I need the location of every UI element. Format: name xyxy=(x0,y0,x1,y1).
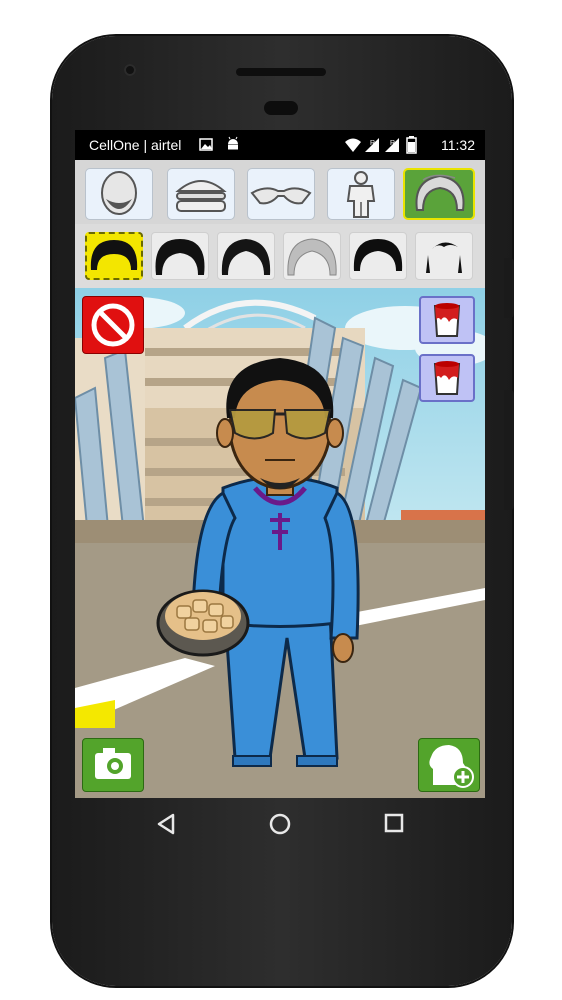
burger-icon xyxy=(175,180,227,212)
earpiece xyxy=(236,68,326,76)
hair-icon xyxy=(415,174,465,211)
recents-icon[interactable] xyxy=(383,812,405,834)
paint-bucket-icon xyxy=(433,303,461,337)
add-avatar-button[interactable] xyxy=(418,738,480,792)
outfit-icon xyxy=(346,171,376,218)
image-icon xyxy=(199,138,213,151)
face-shape-icon xyxy=(101,171,137,215)
sensor xyxy=(264,101,298,115)
camera-button[interactable] xyxy=(82,738,144,792)
avatar-scene xyxy=(75,288,485,798)
power-button xyxy=(504,258,514,318)
hair-option-short-black-2[interactable] xyxy=(349,232,407,280)
navigation-bar xyxy=(75,798,485,856)
front-camera xyxy=(124,64,136,76)
no-entry-icon xyxy=(91,303,135,347)
home-icon[interactable] xyxy=(268,812,292,836)
paint-button-1[interactable] xyxy=(419,296,475,344)
hair-option-medium-black-2[interactable] xyxy=(217,232,275,280)
hair-icon xyxy=(353,239,403,271)
hair-icon xyxy=(426,242,462,273)
sunglasses-icon xyxy=(250,187,312,205)
hair-option-short-black[interactable] xyxy=(85,232,143,280)
android-icon xyxy=(228,136,238,150)
wifi-icon xyxy=(345,138,361,152)
hair-option-sparse-black[interactable] xyxy=(415,232,473,280)
svg-text:R: R xyxy=(370,140,375,147)
screen: CellOne | airtel R R 11:32 xyxy=(75,130,485,798)
paint-bucket-icon xyxy=(433,361,461,395)
status-icons: R R xyxy=(345,136,417,154)
hair-category-button[interactable] xyxy=(403,168,475,220)
remove-item-button[interactable] xyxy=(82,296,144,354)
status-bar: CellOne | airtel R R 11:32 xyxy=(75,130,485,160)
hair-icon xyxy=(287,238,337,276)
hair-icon xyxy=(155,239,205,275)
back-icon[interactable] xyxy=(155,812,177,836)
svg-text:R: R xyxy=(390,140,395,147)
hair-option-medium-black[interactable] xyxy=(151,232,209,280)
outfit-category-button[interactable] xyxy=(327,168,395,220)
hair-icon xyxy=(221,239,271,275)
hair-options-row xyxy=(75,224,485,288)
carrier-label: CellOne | airtel xyxy=(89,137,182,153)
add-head-icon xyxy=(429,745,474,788)
hair-icon xyxy=(90,240,138,270)
glasses-category-button[interactable] xyxy=(247,168,315,220)
volume-button xyxy=(504,390,514,510)
camera-icon xyxy=(95,748,131,779)
category-toolbar xyxy=(75,160,485,224)
food-category-button[interactable] xyxy=(167,168,235,220)
hair-option-grey[interactable] xyxy=(283,232,341,280)
face-category-button[interactable] xyxy=(85,168,153,220)
paint-button-2[interactable] xyxy=(419,354,475,402)
clock: 11:32 xyxy=(441,137,475,153)
